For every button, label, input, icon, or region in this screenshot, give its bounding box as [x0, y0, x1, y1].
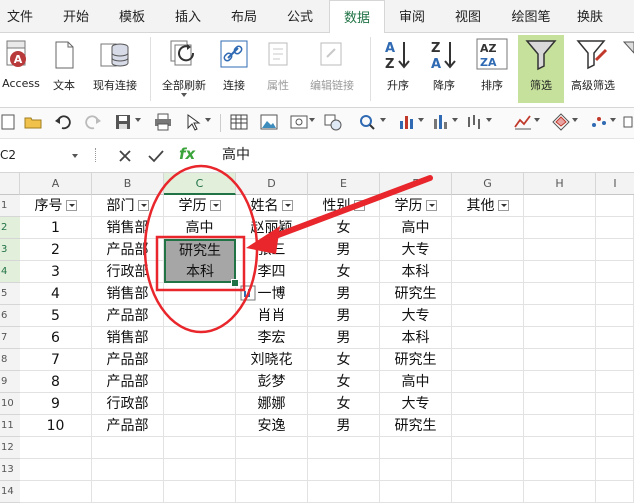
red-arrowhead: [246, 226, 280, 254]
red-rectangle-annotation: [155, 235, 246, 292]
red-ellipse-annotation: [143, 164, 259, 334]
annotation-overlay: [143, 164, 433, 334]
red-arrow-annotation: [262, 175, 433, 243]
